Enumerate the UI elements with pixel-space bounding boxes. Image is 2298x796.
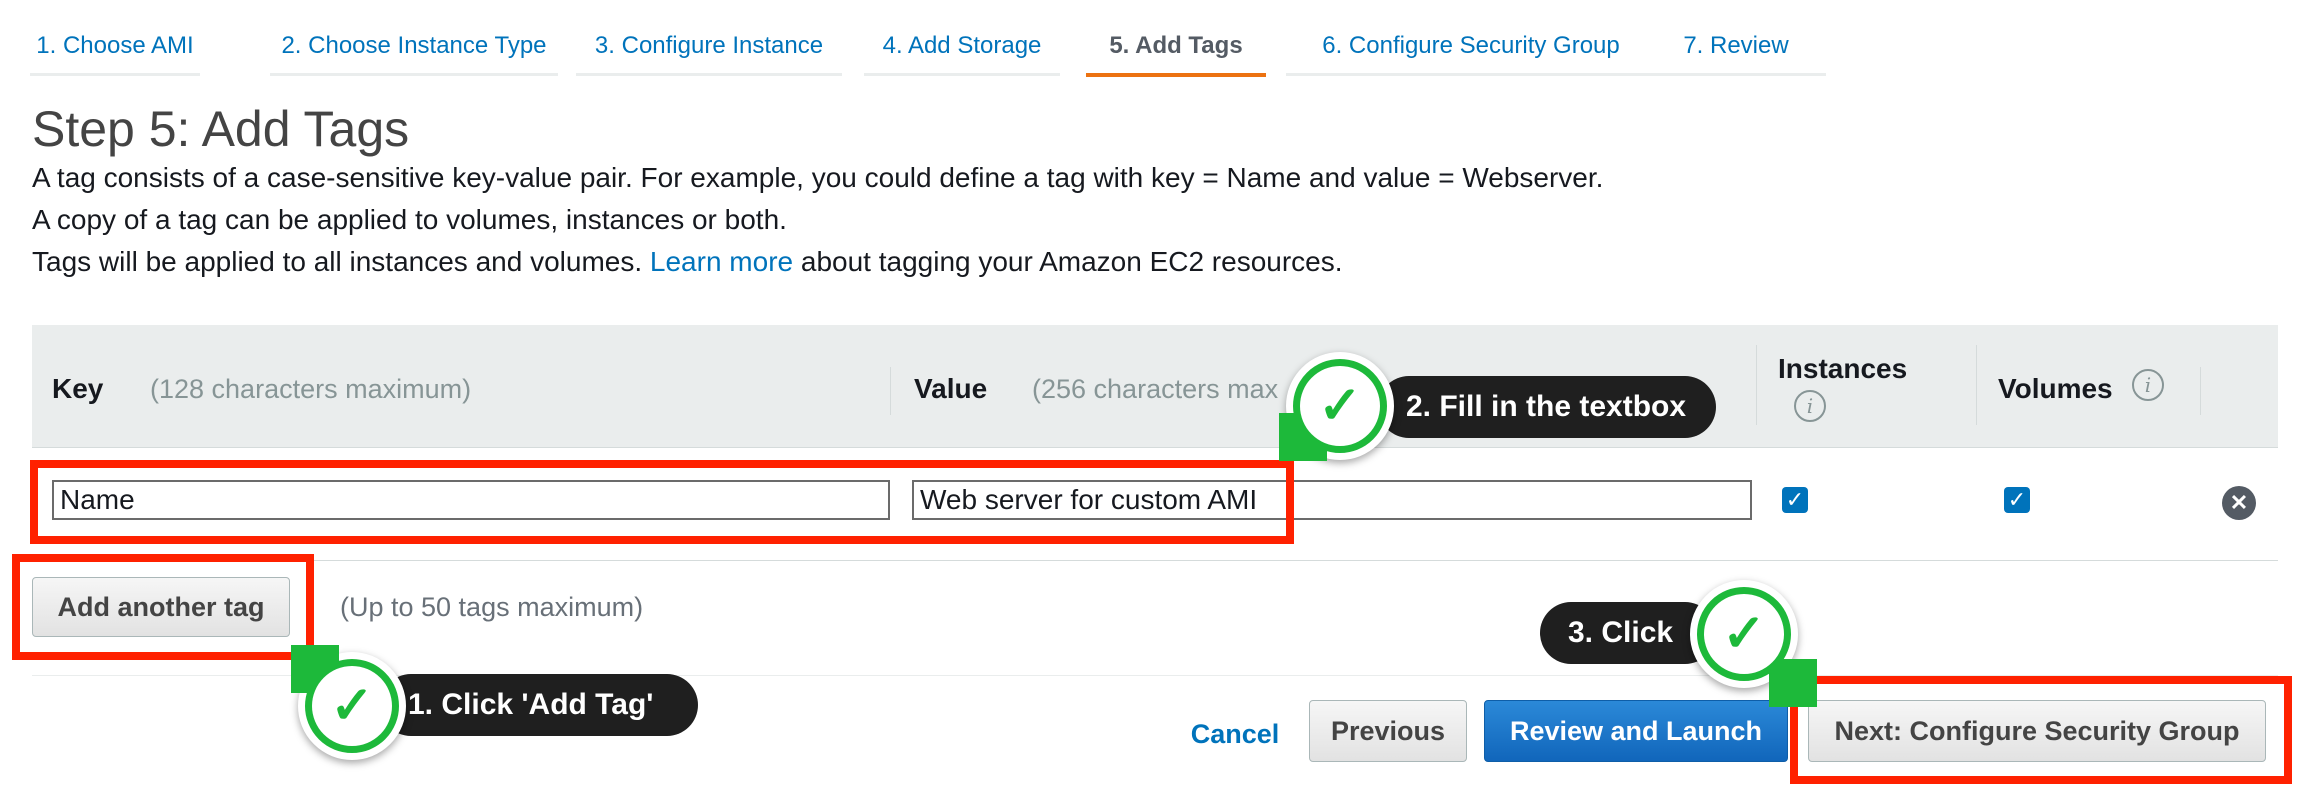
tab-configure-security-group[interactable]: 6. Configure Security Group [1286, 18, 1656, 76]
remove-tag-icon[interactable]: ✕ [2222, 486, 2256, 520]
column-separator [1976, 345, 1977, 425]
key-column-header: Key [52, 373, 104, 404]
volumes-column-header: Volumes [1998, 373, 2113, 404]
description-line-3-prefix: Tags will be applied to all instances an… [32, 246, 643, 277]
tab-review[interactable]: 7. Review [1646, 18, 1826, 76]
description-line-2: A copy of a tag can be applied to volume… [32, 204, 787, 235]
highlight-add-tag [12, 554, 314, 660]
tab-choose-ami[interactable]: 1. Choose AMI [30, 18, 200, 76]
column-separator [890, 367, 891, 415]
review-and-launch-button[interactable]: Review and Launch [1484, 700, 1788, 762]
checkmark-icon: ✓ [1704, 594, 1784, 674]
instances-info-icon[interactable]: i [1794, 390, 1826, 422]
tab-add-tags[interactable]: 5. Add Tags [1086, 18, 1266, 77]
volumes-checkbox[interactable]: ✓ [2004, 487, 2030, 513]
highlight-next-button [1790, 676, 2292, 784]
value-column-header: Value [914, 373, 988, 404]
volumes-info-icon[interactable]: i [2132, 369, 2164, 401]
checkmark-icon: ✓ [312, 666, 392, 746]
value-column-hint: (256 characters max [1032, 374, 1279, 404]
add-tag-hint: (Up to 50 tags maximum) [340, 592, 644, 622]
key-column-hint: (128 characters maximum) [150, 374, 472, 404]
callout-step-1: 1. Click 'Add Tag' [380, 674, 698, 736]
instances-column-header: Instances [1778, 353, 1908, 384]
checkmark-badge-icon: ✓ [1279, 352, 1394, 461]
checkmark-badge-icon: ✓ [1690, 580, 1817, 707]
tab-add-storage[interactable]: 4. Add Storage [864, 18, 1060, 76]
highlight-tag-inputs [30, 460, 1294, 544]
column-separator [2200, 367, 2201, 415]
page-title: Step 5: Add Tags [32, 101, 410, 157]
badge-pointer [1769, 659, 1817, 707]
description-line-3: Tags will be applied to all instances an… [32, 246, 1343, 278]
column-separator [1756, 345, 1757, 425]
checkmark-badge-icon: ✓ [291, 645, 406, 760]
tab-choose-instance-type[interactable]: 2. Choose Instance Type [270, 18, 558, 76]
learn-more-link[interactable]: Learn more [650, 246, 793, 277]
tab-configure-instance[interactable]: 3. Configure Instance [576, 18, 842, 76]
description-line-1: A tag consists of a case-sensitive key-v… [32, 162, 1604, 193]
table-header: Key (128 characters maximum) Value (256 … [32, 325, 2278, 448]
description-line-3-suffix: about tagging your Amazon EC2 resources. [800, 246, 1343, 277]
instances-checkbox[interactable]: ✓ [1782, 487, 1808, 513]
previous-button[interactable]: Previous [1309, 700, 1467, 762]
checkmark-icon: ✓ [1300, 366, 1380, 446]
cancel-button[interactable]: Cancel [1180, 714, 1290, 754]
callout-step-2: 2. Fill in the textbox [1378, 376, 1716, 438]
